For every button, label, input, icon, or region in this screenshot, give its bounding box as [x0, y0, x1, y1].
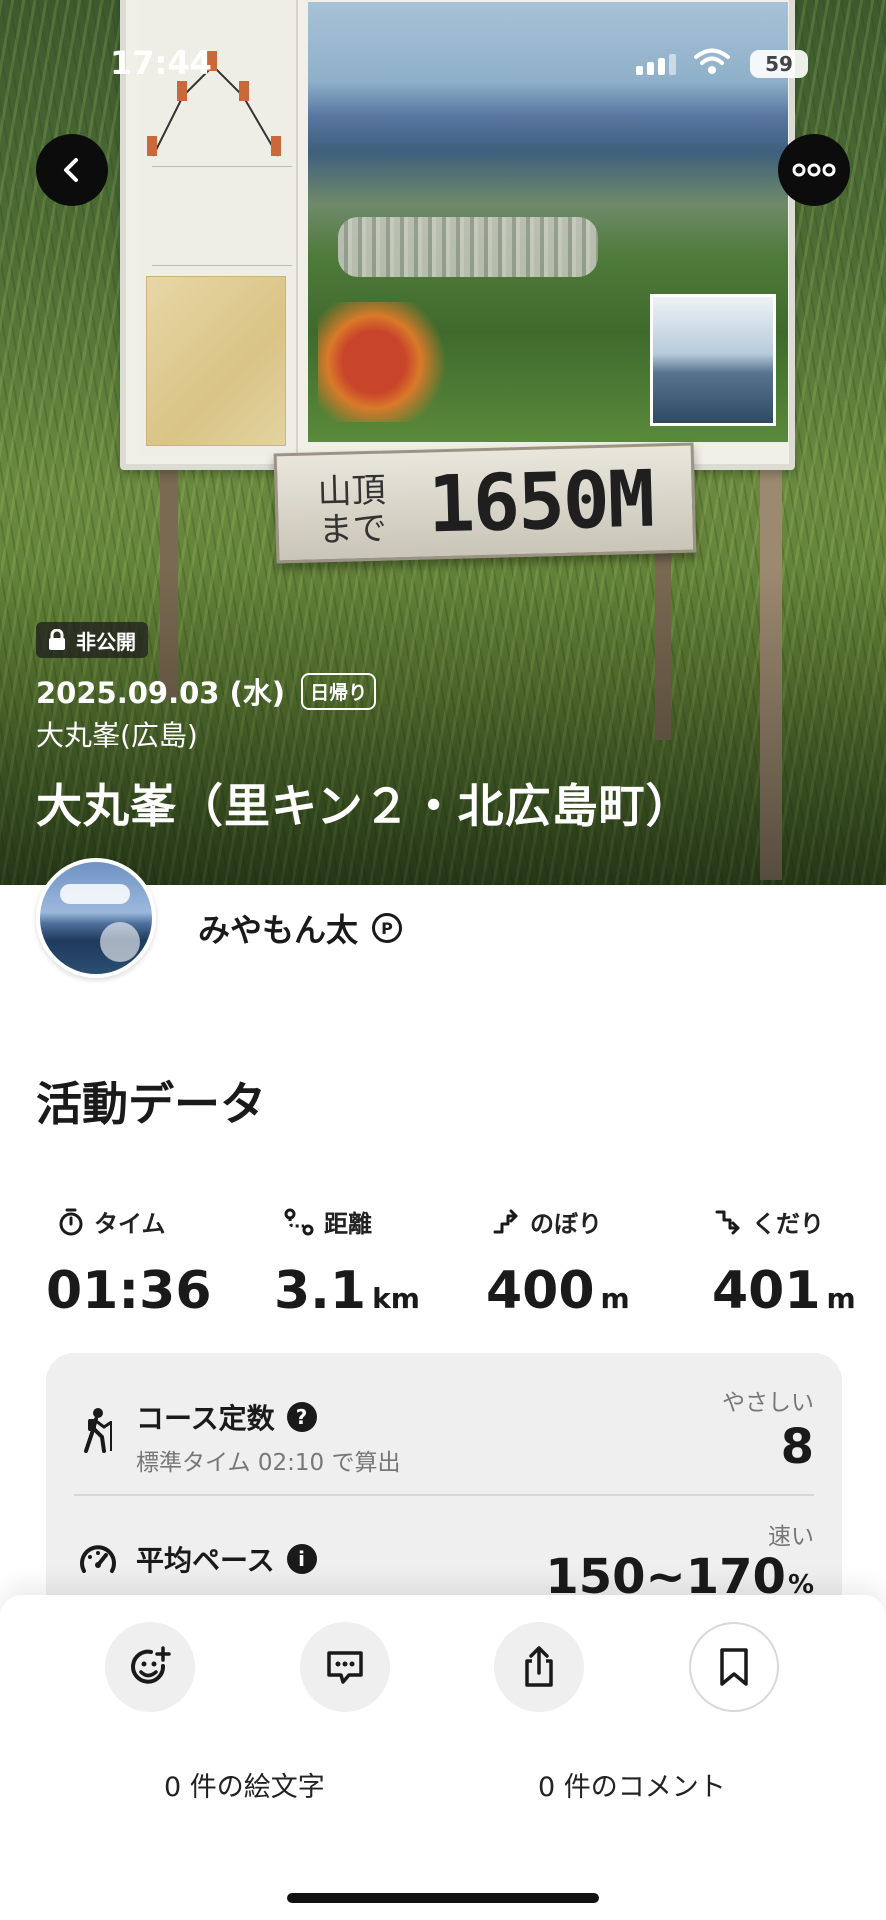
activity-title: 大丸峯（里キン２・北広島町） [36, 779, 693, 833]
distance-sign-plank: 山頂まで 1650M [273, 442, 697, 564]
share-icon [525, 1646, 553, 1687]
stat-unit: m [600, 1282, 630, 1315]
activity-date: 2025.09.03 (水) [36, 676, 286, 710]
stat-value: 400 [486, 1261, 595, 1321]
premium-badge-icon: P [372, 913, 403, 943]
user-name: みやもん太 [198, 911, 359, 949]
bottom-action-bar: 0 件の絵文字 0 件のコメント [0, 1595, 886, 1920]
average-pace-label: 平均ペース [136, 1544, 275, 1577]
section-title: 活動データ [36, 1077, 266, 1131]
bookmark-icon [720, 1648, 748, 1686]
comment-button[interactable] [300, 1622, 390, 1712]
hiker-icon [84, 1408, 112, 1453]
home-indicator[interactable] [287, 1893, 599, 1903]
user-name-row[interactable]: みやもん太 P [198, 905, 403, 951]
battery-icon: 59 [750, 50, 808, 78]
bookmark-button[interactable] [689, 1622, 779, 1712]
course-constant-label: コース定数 [136, 1402, 275, 1435]
emoji-count[interactable]: 0 件の絵文字 [164, 1765, 325, 1804]
private-badge: 非公開 [36, 622, 148, 658]
date-line: 2025.09.03 (水) 日帰り [36, 670, 377, 712]
comment-icon [327, 1651, 363, 1684]
stat-value: 401 [712, 1261, 821, 1321]
route-icon [284, 1208, 314, 1235]
back-button[interactable] [36, 134, 108, 206]
stat-label: くだり [752, 1210, 824, 1238]
stat-distance: 距離 3.1 km [274, 1204, 420, 1321]
distance-sign-small-text: 山頂まで [317, 470, 388, 551]
course-constant-value: 8 [780, 1419, 814, 1475]
stat-value: 3.1 [274, 1261, 367, 1321]
stat-unit: km [372, 1282, 420, 1315]
stat-label: タイム [94, 1210, 166, 1238]
chevron-left-icon [64, 158, 78, 182]
emoji-add-icon [131, 1646, 171, 1684]
private-label: 非公開 [76, 629, 136, 654]
cellular-signal-icon [636, 54, 676, 75]
speedometer-icon [80, 1545, 116, 1573]
help-icon[interactable]: ? [286, 1402, 317, 1432]
stat-descent: くだり 401 m [712, 1204, 856, 1321]
wifi-icon [694, 48, 730, 74]
course-constant-grade: やさしい [722, 1390, 814, 1416]
more-options-button[interactable] [778, 134, 850, 206]
stat-label: のぼり [530, 1210, 602, 1238]
lock-icon [49, 629, 65, 650]
add-emoji-button[interactable] [105, 1622, 195, 1712]
stat-ascent: のぼり 400 m [486, 1204, 630, 1321]
distance-sign-text: 1650M [426, 454, 654, 551]
course-constant-row[interactable]: コース定数 ? 標準タイム 02:10 で算出 やさしい 8 [46, 1353, 842, 1494]
avatar[interactable] [36, 858, 156, 978]
status-time: 17:44 [110, 44, 212, 82]
sign-map [146, 276, 286, 446]
stat-value: 01:36 [46, 1261, 212, 1321]
stat-unit: m [826, 1282, 856, 1315]
stopwatch-icon [59, 1208, 83, 1235]
stat-label: 距離 [324, 1210, 372, 1238]
share-button[interactable] [494, 1622, 584, 1712]
more-dots-icon [792, 163, 836, 177]
status-bar: 17:44 59 [0, 0, 886, 120]
course-constant-note: 標準タイム 02:10 で算出 [136, 1450, 401, 1476]
mountain-name[interactable]: 大丸峯(広島) [36, 714, 198, 754]
divider [74, 1494, 814, 1496]
ascent-icon [493, 1209, 518, 1233]
trip-type-badge: 日帰り [301, 672, 377, 710]
comment-count[interactable]: 0 件のコメント [538, 1765, 726, 1804]
stat-time: タイム 01:36 [46, 1204, 212, 1321]
descent-icon [715, 1210, 740, 1234]
info-icon[interactable]: i [286, 1544, 317, 1574]
average-pace-grade: 速い [768, 1524, 814, 1550]
